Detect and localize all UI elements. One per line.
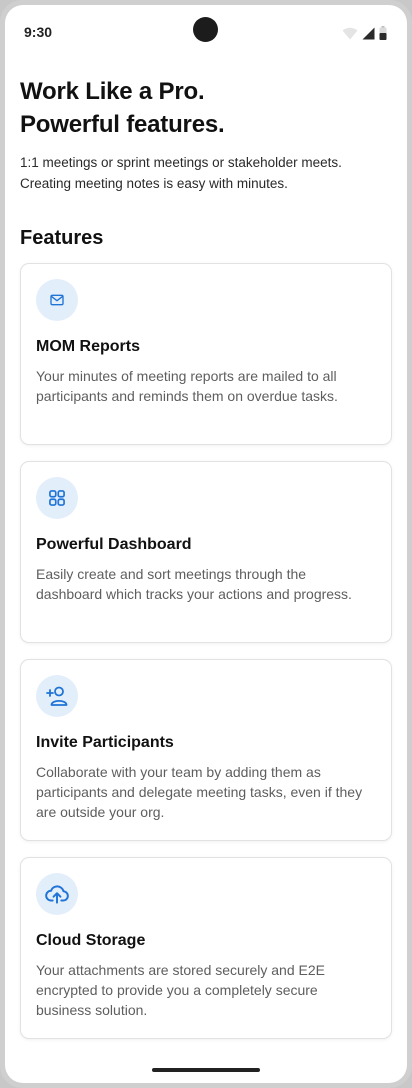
dashboard-grid-icon — [49, 490, 65, 506]
status-icons — [342, 25, 387, 41]
page-title-line-1: Work Like a Pro. — [20, 78, 205, 105]
cloud-upload-icon — [45, 885, 69, 904]
page-title: Work Like a Pro. Powerful features. — [20, 75, 392, 141]
status-bar: 9:30 — [5, 5, 407, 57]
feature-title: MOM Reports — [36, 338, 140, 355]
add-user-icon — [46, 686, 68, 706]
feature-card-cloud-storage[interactable]: Cloud Storage Your attachments are store… — [20, 857, 392, 1039]
feature-card-invite-participants[interactable]: Invite Participants Collaborate with you… — [20, 659, 392, 841]
feature-icon-badge — [36, 675, 78, 717]
front-camera — [193, 17, 218, 42]
feature-icon-badge — [36, 279, 78, 321]
device-frame: 9:30 Work Like a Pro. Powerful features.… — [0, 0, 412, 1088]
feature-title: Invite Participants — [36, 734, 174, 751]
screen: 9:30 Work Like a Pro. Powerful features.… — [5, 5, 407, 1083]
page-subtitle: 1:1 meetings or sprint meetings or stake… — [20, 152, 392, 194]
battery-icon — [379, 26, 387, 40]
feature-card-mom-reports[interactable]: MOM Reports Your minutes of meeting repo… — [20, 263, 392, 445]
wifi-icon — [342, 27, 358, 39]
status-time: 9:30 — [24, 24, 53, 40]
page-subtitle-line-1: 1:1 meetings or sprint meetings or stake… — [20, 155, 342, 170]
hero-section: Work Like a Pro. Powerful features. 1:1 … — [20, 75, 392, 194]
page-subtitle-line-2: Creating meeting notes is easy with minu… — [20, 176, 288, 191]
feature-description: Easily create and sort meetings through … — [36, 566, 352, 602]
feature-icon-badge — [36, 477, 78, 519]
feature-list: MOM Reports Your minutes of meeting repo… — [20, 263, 392, 1055]
feature-icon-badge — [36, 873, 78, 915]
page-title-line-2: Powerful features. — [20, 111, 225, 138]
home-indicator[interactable] — [152, 1068, 260, 1072]
signal-icon — [362, 27, 375, 39]
feature-description: Your attachments are stored securely and… — [36, 962, 325, 1018]
feature-title: Cloud Storage — [36, 932, 146, 949]
feature-title: Powerful Dashboard — [36, 536, 192, 553]
feature-description: Your minutes of meeting reports are mail… — [36, 368, 338, 404]
feature-card-powerful-dashboard[interactable]: Powerful Dashboard Easily create and sor… — [20, 461, 392, 643]
mail-icon — [50, 294, 64, 306]
features-heading: Features — [20, 227, 104, 249]
feature-description: Collaborate with your team by adding the… — [36, 764, 363, 820]
